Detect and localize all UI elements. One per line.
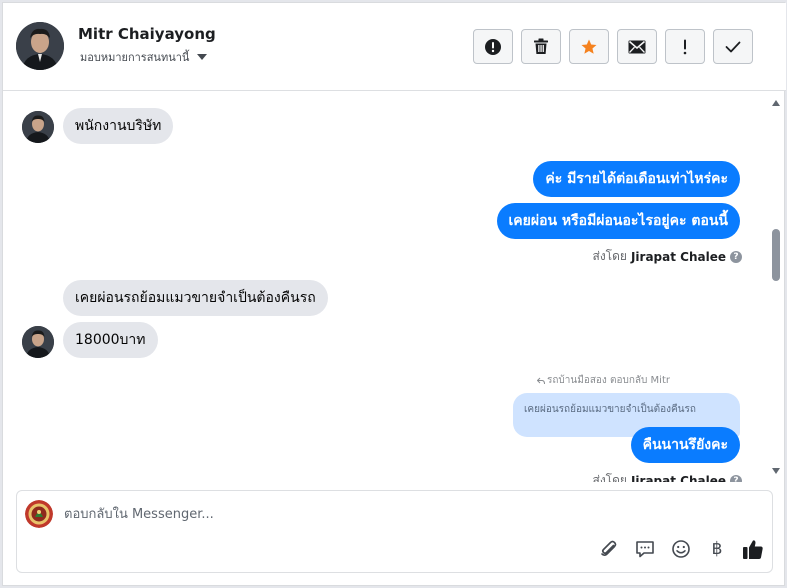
outgoing-message[interactable]: คืนนานรึยังคะ	[630, 427, 740, 463]
conversation-actions	[473, 29, 753, 64]
delete-button[interactable]	[521, 29, 561, 64]
reply-arrow-icon	[537, 377, 545, 384]
reply-context: รถบ้านมือสอง ตอบกลับ Mitr	[537, 373, 670, 388]
trash-icon	[534, 38, 548, 54]
attachment-button[interactable]	[598, 538, 620, 560]
assign-conversation-dropdown[interactable]: มอบหมายการสนทนานี้	[80, 48, 208, 66]
page-avatar	[25, 500, 53, 528]
sent-by-label: ส่งโดย Jirapat Chalee ?	[592, 471, 742, 483]
conversation-header: Mitr Chaiyayong มอบหมายการสนทนานี้	[3, 3, 786, 91]
scroll-up-arrow-icon[interactable]	[772, 100, 780, 106]
scrollbar-thumb[interactable]	[772, 229, 780, 281]
emoji-icon	[672, 540, 690, 558]
mark-done-button[interactable]	[713, 29, 753, 64]
mark-unread-button[interactable]	[617, 29, 657, 64]
contact-avatar[interactable]	[16, 22, 64, 70]
like-button[interactable]	[742, 538, 764, 560]
messenger-conversation-panel: Mitr Chaiyayong มอบหมายการสนทนานี้ พนักง…	[2, 2, 786, 586]
reply-input[interactable]	[64, 503, 684, 525]
incoming-message[interactable]: พนักงานบริษัท	[63, 108, 174, 144]
baht-icon: ฿	[711, 539, 723, 559]
checkmark-icon	[725, 41, 741, 52]
attachment-icon	[601, 540, 617, 556]
help-icon[interactable]: ?	[730, 474, 742, 482]
spam-button[interactable]	[473, 29, 513, 64]
follow-up-button[interactable]	[665, 29, 705, 64]
exclamation-icon	[683, 39, 687, 54]
scroll-down-arrow-icon[interactable]	[772, 468, 780, 474]
composer-tools: ฿	[598, 538, 764, 560]
emoji-button[interactable]	[670, 538, 692, 560]
contact-avatar-small	[22, 111, 54, 143]
envelope-icon	[628, 40, 646, 53]
help-icon[interactable]: ?	[730, 250, 742, 263]
star-icon	[581, 39, 597, 54]
sent-by-prefix: ส่งโดย	[592, 473, 627, 482]
sent-by-label: ส่งโดย Jirapat Chalee ?	[592, 247, 742, 266]
thumbs-up-icon	[743, 540, 763, 559]
contact-name[interactable]: Mitr Chaiyayong	[78, 25, 216, 43]
saved-reply-icon	[636, 541, 654, 558]
payment-button[interactable]: ฿	[706, 538, 728, 560]
incoming-message[interactable]: 18000บาท	[63, 322, 158, 358]
outgoing-message[interactable]: เคยผ่อน หรือมีผ่อนอะไรอยู่คะ ตอนนี้	[496, 203, 740, 239]
sent-by-name[interactable]: Jirapat Chalee	[631, 250, 726, 264]
reply-composer: ฿	[16, 490, 773, 573]
contact-avatar-small	[22, 326, 54, 358]
assign-label: มอบหมายการสนทนานี้	[80, 51, 190, 64]
saved-reply-button[interactable]	[634, 538, 656, 560]
sent-by-prefix: ส่งโดย	[592, 249, 627, 263]
message-thread[interactable]: พนักงานบริษัท ค่ะ มีรายได้ต่อเดือนเท่าไห…	[3, 92, 786, 482]
caret-down-icon	[197, 54, 208, 60]
incoming-message[interactable]: เคยผ่อนรถย้อมแมวขายจำเป็นต้องคืนรถ	[63, 280, 328, 316]
reply-context-text: รถบ้านมือสอง ตอบกลับ Mitr	[547, 375, 670, 386]
sent-by-name[interactable]: Jirapat Chalee	[631, 474, 726, 483]
star-button[interactable]	[569, 29, 609, 64]
exclamation-circle-icon	[485, 38, 501, 55]
outgoing-message[interactable]: ค่ะ มีรายได้ต่อเดือนเท่าไหร่คะ	[533, 161, 740, 197]
